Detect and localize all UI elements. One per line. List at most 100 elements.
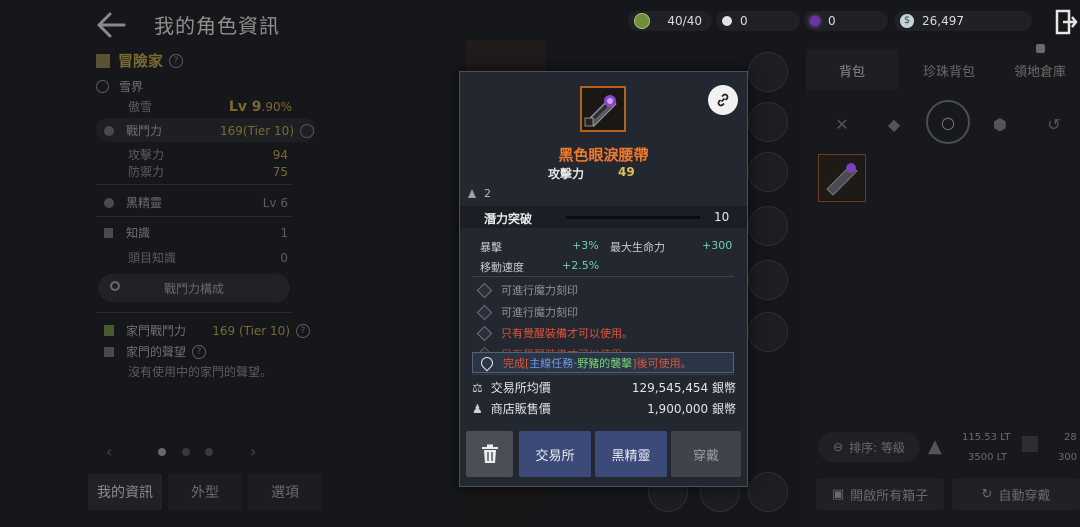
tab-options[interactable]: 選項 xyxy=(248,474,322,510)
purple-pearl-icon xyxy=(810,16,820,26)
potential-value: 10 xyxy=(714,210,730,224)
filter-weapon-icon[interactable]: ✕ xyxy=(824,106,860,142)
family-cp-label: 家門戰鬥力 xyxy=(126,324,187,338)
main-stat-label: 攻擊力 xyxy=(548,167,585,181)
open-all-boxes-label: 開啟所有箱子 xyxy=(850,488,929,504)
filter-misc-icon[interactable]: ↺ xyxy=(1036,106,1072,142)
quest-prefix: 完成[ xyxy=(503,356,530,370)
tier-icon[interactable] xyxy=(300,123,314,138)
stamina-counter: 40/40 xyxy=(628,11,712,31)
pearl-counter: 0 xyxy=(716,11,800,31)
stamina-value: 40/40 xyxy=(667,14,702,28)
black-spirit-button[interactable]: 黑精靈 xyxy=(595,431,667,477)
sort-icon: ⊖ xyxy=(833,440,844,454)
belt-item-icon xyxy=(819,155,863,199)
quest-requirement-notice: 完成[主線任務 - 野豬的襲擊]後可使用。 xyxy=(472,352,734,373)
equip-slot-gloves[interactable] xyxy=(748,206,788,246)
quest-suffix: ]後可使用。 xyxy=(632,356,692,370)
shop-price-value: 1,900,000 銀幣 xyxy=(647,402,736,416)
black-pearl-counter: 0 xyxy=(804,11,888,31)
owner-count: 2 xyxy=(468,187,491,200)
tab-territory-storage[interactable]: 領地倉庫 xyxy=(1000,44,1080,90)
diamond-icon xyxy=(476,304,493,320)
sort-dropdown[interactable]: ⊖ 排序: 等級 xyxy=(818,432,920,462)
filter-accessory-icon[interactable]: ○ xyxy=(926,100,970,144)
auto-equip-label: 自動穿戴 xyxy=(998,488,1051,504)
stat-value-max-hp: +300 xyxy=(702,239,733,252)
family-fame-text: 沒有使用中的家門的聲望。 xyxy=(128,365,273,379)
link-button[interactable] xyxy=(708,85,738,115)
market-price-label: 交易所均價 xyxy=(490,381,551,395)
market-button[interactable]: 交易所 xyxy=(519,431,591,477)
filter-armor-icon[interactable]: ◆ xyxy=(876,106,912,142)
requirement-awakening: 只有覺醒裝備才可以使用。 xyxy=(474,325,633,341)
tab-pearl-inventory[interactable]: 珍珠背包 xyxy=(904,50,994,90)
attack-value: 94 xyxy=(272,147,288,162)
tab-appearance[interactable]: 外型 xyxy=(168,474,242,510)
equip-slot-shoes[interactable] xyxy=(748,260,788,300)
back-arrow-icon[interactable] xyxy=(94,10,128,40)
bag-icon xyxy=(1022,436,1038,452)
region-icon xyxy=(96,80,109,93)
attack-label: 攻擊力 xyxy=(128,148,165,162)
weight-current: 115.53 LT xyxy=(962,432,1011,443)
money-bag-icon: ♟ xyxy=(472,401,483,416)
cp-breakdown-button[interactable]: 戰鬥力構成 xyxy=(98,274,290,302)
filter-gem-icon[interactable]: ⬢ xyxy=(982,106,1018,142)
tab-inventory[interactable]: 背包 xyxy=(806,50,898,90)
boss-knowledge-label: 頭目知識 xyxy=(128,251,177,265)
shop-price-row: ♟ 商店販售價 1,900,000 銀幣 xyxy=(472,400,736,417)
search-icon xyxy=(110,281,120,291)
class-name: 冒險家 xyxy=(118,52,164,70)
exit-icon[interactable] xyxy=(1054,8,1078,36)
engrave-slot-2: 可進行魔力刻印 xyxy=(474,304,578,320)
tab-my-info[interactable]: 我的資訊 xyxy=(88,474,162,510)
cp-breakdown-label: 戰鬥力構成 xyxy=(163,281,224,296)
item-icon-frame xyxy=(580,86,626,132)
equip-slot-armor[interactable] xyxy=(748,102,788,142)
main-stat-value: 49 xyxy=(618,165,635,179)
equip-slot-weapon[interactable] xyxy=(748,52,788,92)
equip-button[interactable]: 穿戴 xyxy=(671,431,741,477)
discard-button[interactable] xyxy=(466,431,513,477)
equip-slot-helmet[interactable] xyxy=(748,152,788,192)
family-cp-value: 169 (Tier 10) xyxy=(212,323,290,338)
inventory-item-belt[interactable] xyxy=(818,154,866,202)
help-icon[interactable]: ? xyxy=(296,323,310,338)
defense-label: 防禦力 xyxy=(128,165,165,179)
black-pearl-value: 0 xyxy=(828,14,836,28)
owner-count-value: 2 xyxy=(484,187,491,200)
silver-value: 26,497 xyxy=(922,14,964,28)
black-spirit-icon xyxy=(104,197,114,208)
weight-max: 3500 LT xyxy=(968,452,1007,463)
prev-page-icon[interactable]: ‹ xyxy=(106,442,112,461)
char-level: Lv 9 xyxy=(228,98,262,115)
potential-label: 潛力突破 xyxy=(484,212,533,226)
help-icon[interactable]: ? xyxy=(192,344,207,359)
family-fame-label: 家門的聲望 xyxy=(126,345,187,359)
fame-icon xyxy=(104,346,114,357)
black-tear-belt-icon xyxy=(584,95,617,127)
diamond-icon xyxy=(476,325,493,341)
auto-equip-button[interactable]: ↻ 自動穿戴 xyxy=(952,478,1080,510)
equip-slot-ring[interactable] xyxy=(748,312,788,352)
leaf-token-icon xyxy=(634,13,650,29)
next-page-icon[interactable]: › xyxy=(250,442,256,461)
page-dot-active xyxy=(158,448,166,456)
silver-coin-icon: $ xyxy=(900,14,914,28)
slots-count: 28 xyxy=(1064,432,1077,443)
pearl-value: 0 xyxy=(740,14,748,28)
open-all-boxes-button[interactable]: ▣ 開啟所有箱子 xyxy=(816,478,944,510)
silver-counter: $ 26,497 xyxy=(894,11,1032,31)
stat-value-move-speed: +2.5% xyxy=(562,259,600,272)
box-icon: ▣ xyxy=(831,486,845,502)
trash-icon xyxy=(481,444,498,463)
region-name: 雪界 xyxy=(119,80,144,94)
quest-type: 主線任務 xyxy=(529,356,574,370)
market-price-value: 129,545,454 銀幣 xyxy=(631,381,736,395)
engrave-slot-label: 可進行魔力刻印 xyxy=(501,284,578,297)
equip-slot-bottom-3[interactable] xyxy=(748,472,788,512)
knowledge-label: 知識 xyxy=(126,226,151,240)
white-pearl-icon xyxy=(722,16,732,26)
help-icon[interactable]: ? xyxy=(169,53,184,68)
